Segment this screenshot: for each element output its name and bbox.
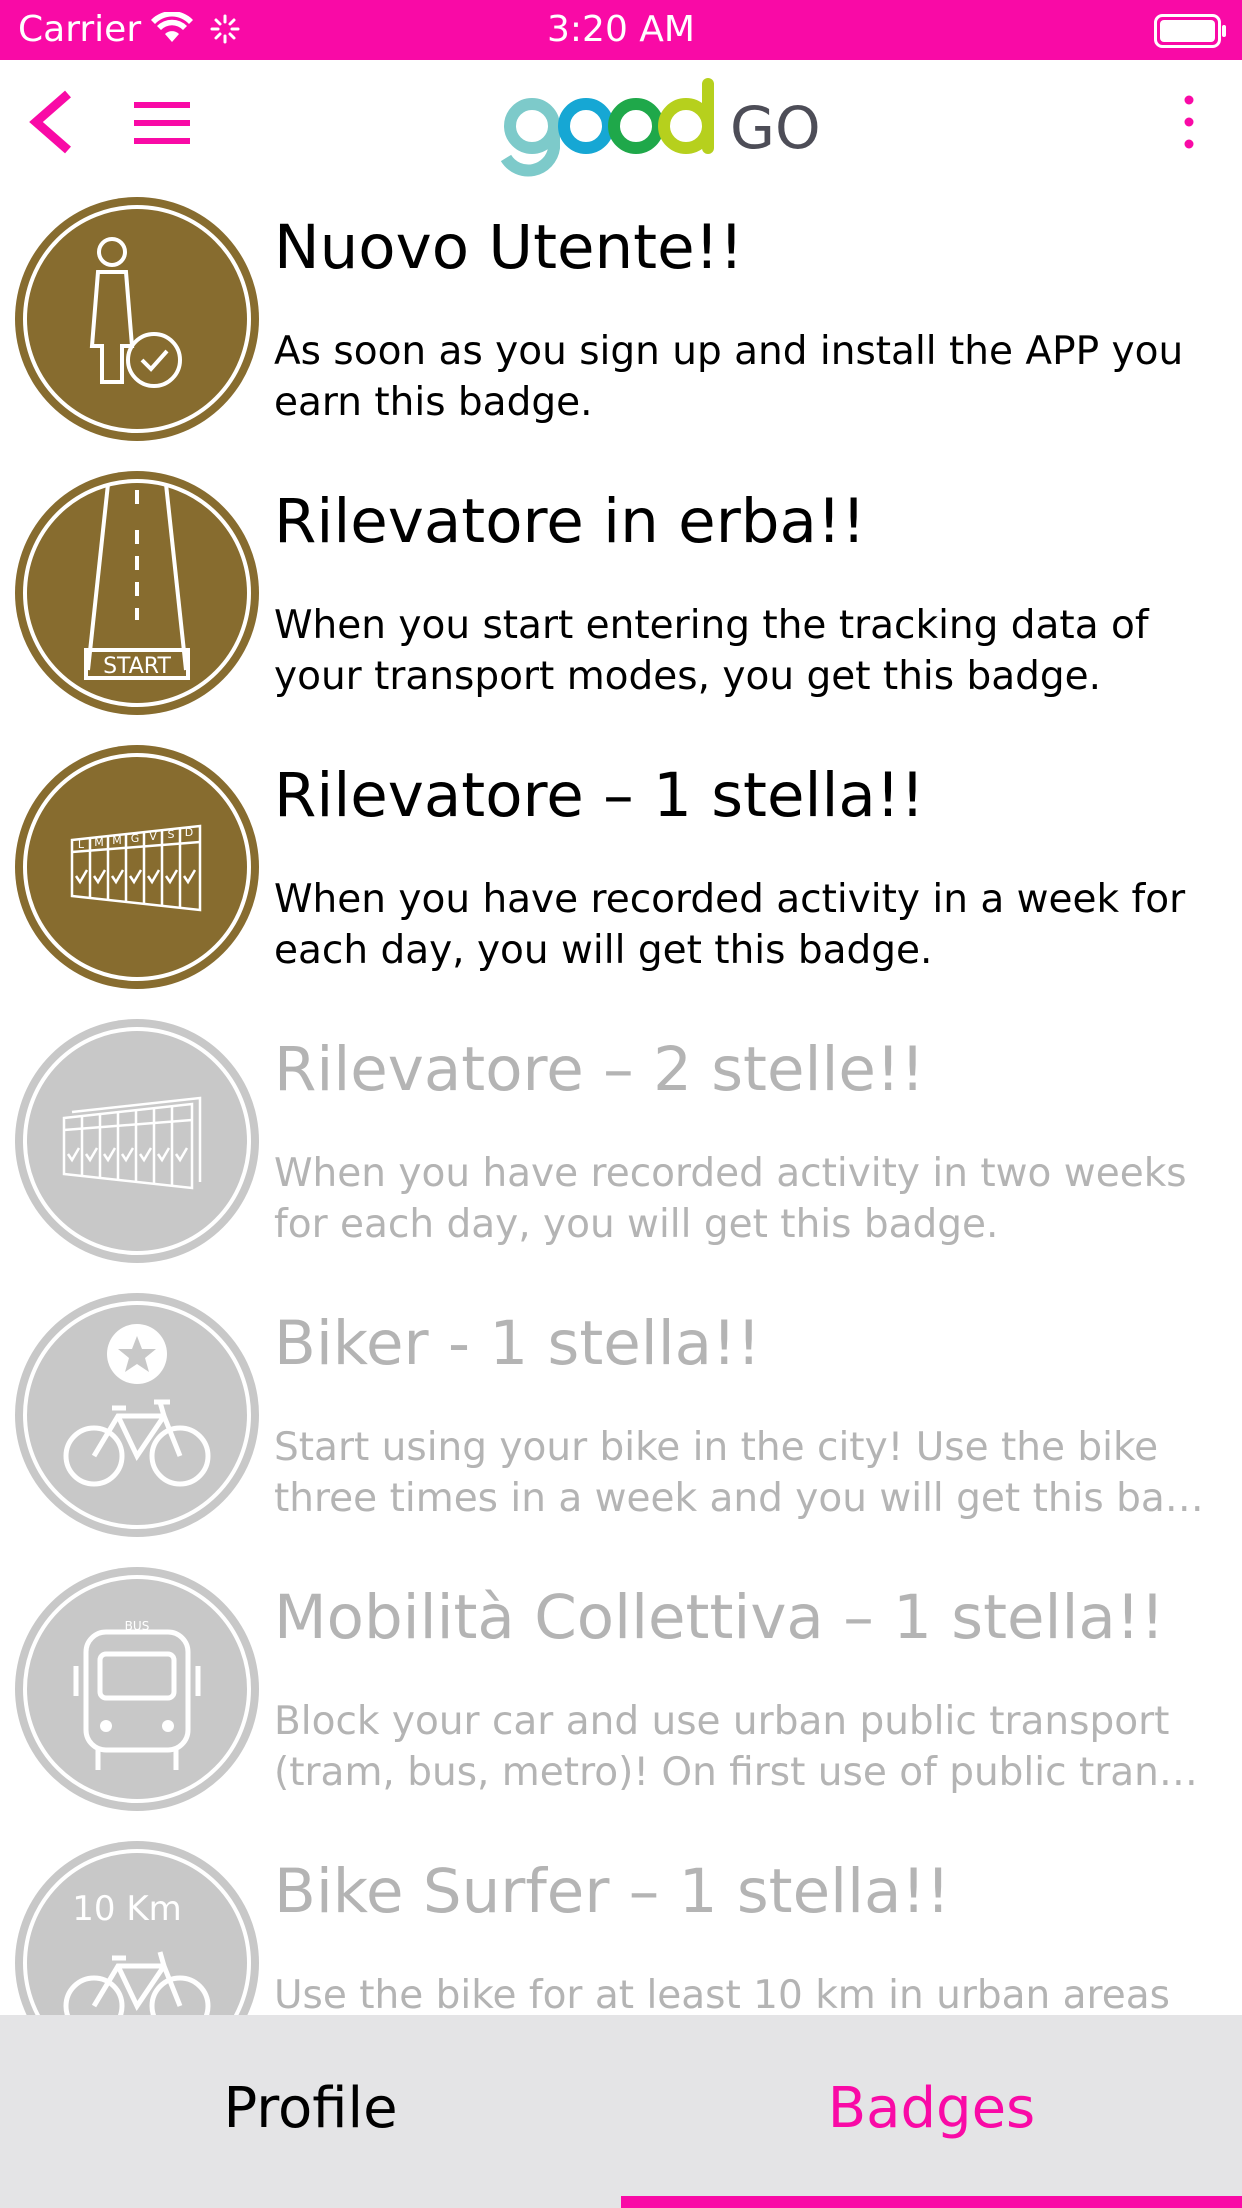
badge-title: Rilevatore in erba!! xyxy=(274,486,866,557)
badge-list[interactable]: Nuovo Utente!! As soon as you sign up an… xyxy=(0,190,1242,2015)
svg-text:GO: GO xyxy=(730,94,821,162)
badge-row[interactable]: Nuovo Utente!! As soon as you sign up an… xyxy=(0,190,1242,464)
badge-title: Rilevatore – 1 stella!! xyxy=(274,760,925,831)
bus-icon: BUS xyxy=(15,1567,259,1811)
weekly-calendar-icon: LMMGVSD xyxy=(15,745,259,989)
clock: 3:20 AM xyxy=(547,9,695,50)
svg-text:10 Km: 10 Km xyxy=(72,1889,182,1929)
badge-row[interactable]: BUS Mobilità Collettiva – 1 stella!! Blo… xyxy=(0,1560,1242,1834)
tab-profile-label: Profile xyxy=(223,2076,398,2141)
tab-bar: Profile Badges xyxy=(0,2015,1242,2208)
badge-row[interactable]: Rilevatore – 2 stelle!! When you have re… xyxy=(0,1012,1242,1286)
weekday-letter: M xyxy=(94,836,104,849)
weekday-letter: S xyxy=(168,828,175,841)
weekday-letter: L xyxy=(78,838,85,851)
status-bar: Carrier 3:20 AM xyxy=(0,0,1242,60)
badge-description: When you have recorded activity in a wee… xyxy=(274,877,1186,973)
tab-badges-label: Badges xyxy=(827,2076,1036,2141)
badge-title: Bike Surfer – 1 stella!! xyxy=(274,1856,951,1927)
badge-row[interactable]: LMMGVSD Rilevatore – 1 stella!! When you… xyxy=(0,738,1242,1012)
badge-title: Rilevatore – 2 stelle!! xyxy=(274,1034,925,1105)
badge-description: When you have recorded activity in two w… xyxy=(274,1151,1187,1247)
bike-10km-icon: 10 Km xyxy=(15,1841,259,2015)
badge-description: When you start entering the tracking dat… xyxy=(274,603,1149,699)
bike-star-icon xyxy=(15,1293,259,1537)
weekday-letter: M xyxy=(112,834,122,847)
hamburger-menu-icon[interactable] xyxy=(132,100,192,146)
navigation-bar: GO xyxy=(0,60,1242,185)
more-vertical-icon[interactable] xyxy=(1174,94,1204,150)
svg-text:START: START xyxy=(103,654,171,679)
weekday-letter: G xyxy=(131,832,140,845)
badge-description: As soon as you sign up and install the A… xyxy=(274,329,1184,425)
tab-profile[interactable]: Profile xyxy=(0,2015,621,2208)
badge-title: Mobilità Collettiva – 1 stella!! xyxy=(274,1582,1165,1653)
back-chevron-icon[interactable] xyxy=(28,90,78,154)
weekday-letter: V xyxy=(149,830,157,843)
badge-title: Nuovo Utente!! xyxy=(274,212,744,283)
tab-badges[interactable]: Badges xyxy=(621,2015,1242,2208)
badge-description: Start using your bike in the city! Use t… xyxy=(274,1425,1214,1521)
badge-row[interactable]: 10 Km Bike Surfer – 1 stella!! Use the b… xyxy=(0,1834,1242,2015)
badge-description: Block your car and use urban public tran… xyxy=(274,1699,1214,1795)
badge-description: Use the bike for at least 10 km in urban… xyxy=(274,1973,1170,2015)
svg-text:BUS: BUS xyxy=(125,1619,150,1633)
app-logo: GO xyxy=(494,70,854,180)
badge-row[interactable]: Biker - 1 stella!! Start using your bike… xyxy=(0,1286,1242,1560)
weekly-calendar-icon xyxy=(15,1019,259,1263)
weekday-letter: D xyxy=(185,826,193,839)
badge-title: Biker - 1 stella!! xyxy=(274,1308,761,1379)
badge-row[interactable]: START Rilevatore in erba!! When you star… xyxy=(0,464,1242,738)
battery-icon xyxy=(1154,14,1226,48)
selected-tab-indicator xyxy=(621,2196,1242,2208)
start-road-icon: START xyxy=(15,471,259,715)
new-user-icon xyxy=(15,197,259,441)
